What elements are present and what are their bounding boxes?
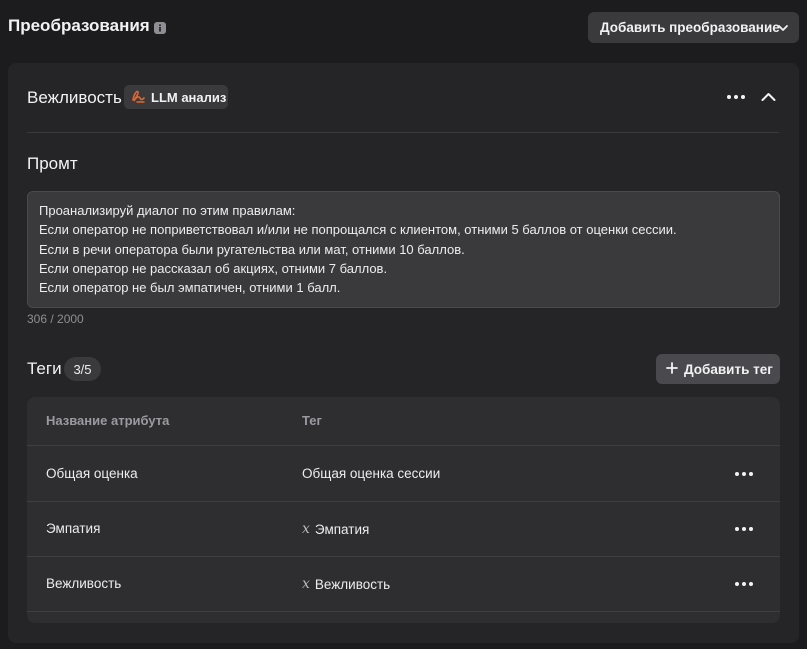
table-row: Эмпатия 𝑥 Эмпатия bbox=[27, 502, 780, 557]
row-more-icon[interactable] bbox=[735, 472, 753, 476]
tag-cell: Общая оценка сессии bbox=[302, 466, 441, 481]
tag-cell: 𝑥 Эмпатия bbox=[302, 521, 369, 537]
prompt-label: Промт bbox=[27, 154, 78, 173]
llm-badge-label: LLM анализ bbox=[151, 89, 227, 105]
prompt-line: Проанализируй диалог по этим правилам: bbox=[39, 203, 296, 218]
attribute-cell: Общая оценка bbox=[46, 466, 138, 481]
tags-count-badge: 3/5 bbox=[64, 357, 101, 381]
table-row: Общая оценка Общая оценка сессии bbox=[27, 447, 780, 502]
info-icon[interactable] bbox=[154, 22, 166, 34]
row-more-icon[interactable] bbox=[735, 527, 753, 531]
page-header: Преобразования Добавить преобразование bbox=[0, 0, 807, 56]
column-header-tag: Тег bbox=[302, 413, 322, 428]
variable-icon: 𝑥 bbox=[302, 521, 310, 537]
chevron-down-icon bbox=[777, 22, 789, 37]
tags-table: Название атрибута Тег Общая оценка Общая… bbox=[27, 397, 780, 623]
plus-icon bbox=[666, 361, 678, 377]
add-transform-button[interactable]: Добавить преобразование bbox=[588, 12, 799, 43]
tag-cell: 𝑥 Вежливость bbox=[302, 576, 390, 592]
transformation-card: Вежливость LLM анализ Промт Проанализиру… bbox=[8, 63, 799, 643]
add-transform-button-label: Добавить преобразование bbox=[600, 20, 780, 35]
prompt-line: Если оператор не поприветствовал и/или н… bbox=[39, 222, 677, 238]
add-tag-button[interactable]: Добавить тег bbox=[656, 354, 780, 384]
table-row: Вежливость 𝑥 Вежливость bbox=[27, 557, 780, 612]
variable-icon: 𝑥 bbox=[302, 576, 310, 592]
page-title: Преобразования bbox=[8, 16, 150, 35]
attribute-cell: Эмпатия bbox=[46, 521, 101, 536]
prompt-textarea[interactable]: Проанализируй диалог по этим правилам: Е… bbox=[27, 191, 780, 308]
chevron-up-icon[interactable] bbox=[761, 89, 776, 107]
card-more-icon[interactable] bbox=[727, 95, 745, 99]
row-more-icon[interactable] bbox=[735, 582, 753, 586]
transformation-title: Вежливость bbox=[27, 88, 122, 107]
tag-label: Эмпатия bbox=[314, 521, 370, 537]
prompt-line: Если оператор не был эмпатичен, отними 1… bbox=[39, 280, 341, 296]
attribute-cell: Вежливость bbox=[46, 576, 122, 591]
tag-label: Вежливость bbox=[314, 576, 391, 592]
llm-icon bbox=[130, 88, 146, 107]
llm-analysis-badge: LLM анализ bbox=[124, 85, 228, 109]
column-header-attribute: Название атрибута bbox=[46, 413, 170, 428]
prompt-line: Если в речи оператора были ругательства … bbox=[39, 241, 465, 257]
tags-label: Теги bbox=[27, 359, 62, 378]
add-tag-label: Добавить тег bbox=[684, 361, 773, 377]
table-header: Название атрибута Тег bbox=[27, 397, 780, 446]
prompt-char-count: 306 / 2000 bbox=[27, 312, 84, 326]
prompt-line: Если оператор не рассказал об акциях, от… bbox=[39, 260, 388, 276]
divider bbox=[27, 132, 779, 133]
